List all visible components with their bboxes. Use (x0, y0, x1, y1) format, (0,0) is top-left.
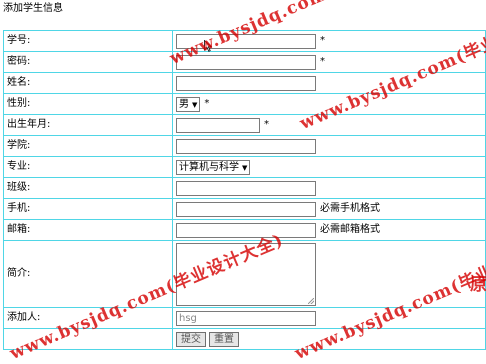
name-label: 姓名: (3, 72, 173, 94)
gender-label: 性别: (3, 93, 173, 115)
form-row-name: 姓名: (3, 72, 486, 94)
gender-selected-value: 男 (179, 98, 189, 110)
email-label: 邮箱: (3, 219, 173, 241)
student-id-cell: * (172, 30, 486, 52)
form-row-intro: 简介: (3, 240, 486, 308)
form-row-birth-date: 出生年月: * (3, 114, 486, 136)
form-row-added-by: 添加人: hsg (3, 307, 486, 329)
gender-select[interactable]: 男 ▼ (176, 96, 201, 112)
added-by-label: 添加人: (3, 307, 173, 329)
actions-label-cell (3, 328, 173, 350)
intro-cell (172, 240, 486, 308)
password-cell: * (172, 51, 486, 73)
form-row-actions: 提交 重置 (3, 328, 486, 350)
form-row-student-id: 学号: * (3, 30, 486, 52)
birth-date-label: 出生年月: (3, 114, 173, 136)
reset-button[interactable]: 重置 (209, 331, 239, 347)
actions-cell: 提交 重置 (172, 328, 486, 350)
gender-cell: 男 ▼ * (172, 93, 486, 115)
page-title: 添加学生信息 (3, 3, 63, 14)
intro-label: 简介: (3, 240, 173, 308)
student-id-input[interactable] (176, 33, 316, 49)
college-label: 学院: (3, 135, 173, 157)
required-mark: * (320, 56, 325, 67)
form-row-major: 专业: 计算机与科学 ▼ (3, 156, 486, 178)
phone-format-hint: 必需手机格式 (320, 203, 380, 214)
name-input[interactable] (176, 75, 316, 91)
form-row-phone: 手机: 必需手机格式 (3, 198, 486, 220)
required-mark: * (204, 98, 210, 109)
class-cell (172, 177, 486, 199)
resize-grip-icon[interactable] (308, 297, 314, 304)
mouse-pointer-icon (204, 40, 212, 52)
password-input[interactable] (176, 54, 316, 70)
password-label: 密码: (3, 51, 173, 73)
required-mark: * (320, 35, 325, 46)
college-input[interactable] (176, 138, 316, 154)
class-label: 班级: (3, 177, 173, 199)
chevron-down-icon: ▼ (192, 100, 198, 109)
required-mark: * (264, 119, 269, 130)
added-by-input[interactable]: hsg (176, 310, 316, 326)
student-form: 学号: * 密码: * 姓名: 性别: 男 ▼ * 出生年月: * 学院: 专业: (3, 30, 486, 350)
added-by-cell: hsg (172, 307, 486, 329)
phone-label: 手机: (3, 198, 173, 220)
birth-date-cell: * (172, 114, 486, 136)
birth-date-input[interactable] (176, 117, 260, 133)
email-input[interactable] (176, 222, 316, 238)
email-cell: 必需邮箱格式 (172, 219, 486, 241)
form-row-class: 班级: (3, 177, 486, 199)
chevron-down-icon: ▼ (242, 163, 248, 172)
form-row-gender: 性别: 男 ▼ * (3, 93, 486, 115)
major-select[interactable]: 计算机与科学 ▼ (176, 159, 251, 175)
major-label: 专业: (3, 156, 173, 178)
class-input[interactable] (176, 180, 316, 196)
intro-textarea[interactable] (176, 242, 316, 306)
major-cell: 计算机与科学 ▼ (172, 156, 486, 178)
form-row-email: 邮箱: 必需邮箱格式 (3, 219, 486, 241)
college-cell (172, 135, 486, 157)
email-format-hint: 必需邮箱格式 (320, 224, 380, 235)
major-selected-value: 计算机与科学 (179, 161, 239, 173)
name-cell (172, 72, 486, 94)
phone-cell: 必需手机格式 (172, 198, 486, 220)
phone-input[interactable] (176, 201, 316, 217)
student-id-label: 学号: (3, 30, 173, 52)
submit-button[interactable]: 提交 (176, 331, 206, 347)
form-row-college: 学院: (3, 135, 486, 157)
form-row-password: 密码: * (3, 51, 486, 73)
